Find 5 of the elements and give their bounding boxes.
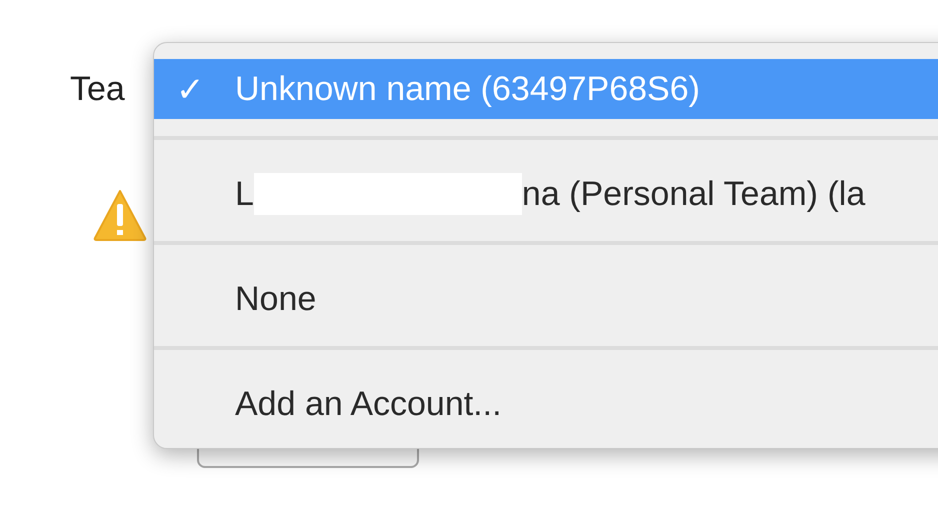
menu-item[interactable]: Add an Account... xyxy=(154,374,938,434)
warning-icon xyxy=(93,189,147,241)
menu-item[interactable]: None xyxy=(154,269,938,329)
team-label: Tea xyxy=(70,70,125,109)
menu-item[interactable]: L na (Personal Team) (la xyxy=(154,164,938,224)
